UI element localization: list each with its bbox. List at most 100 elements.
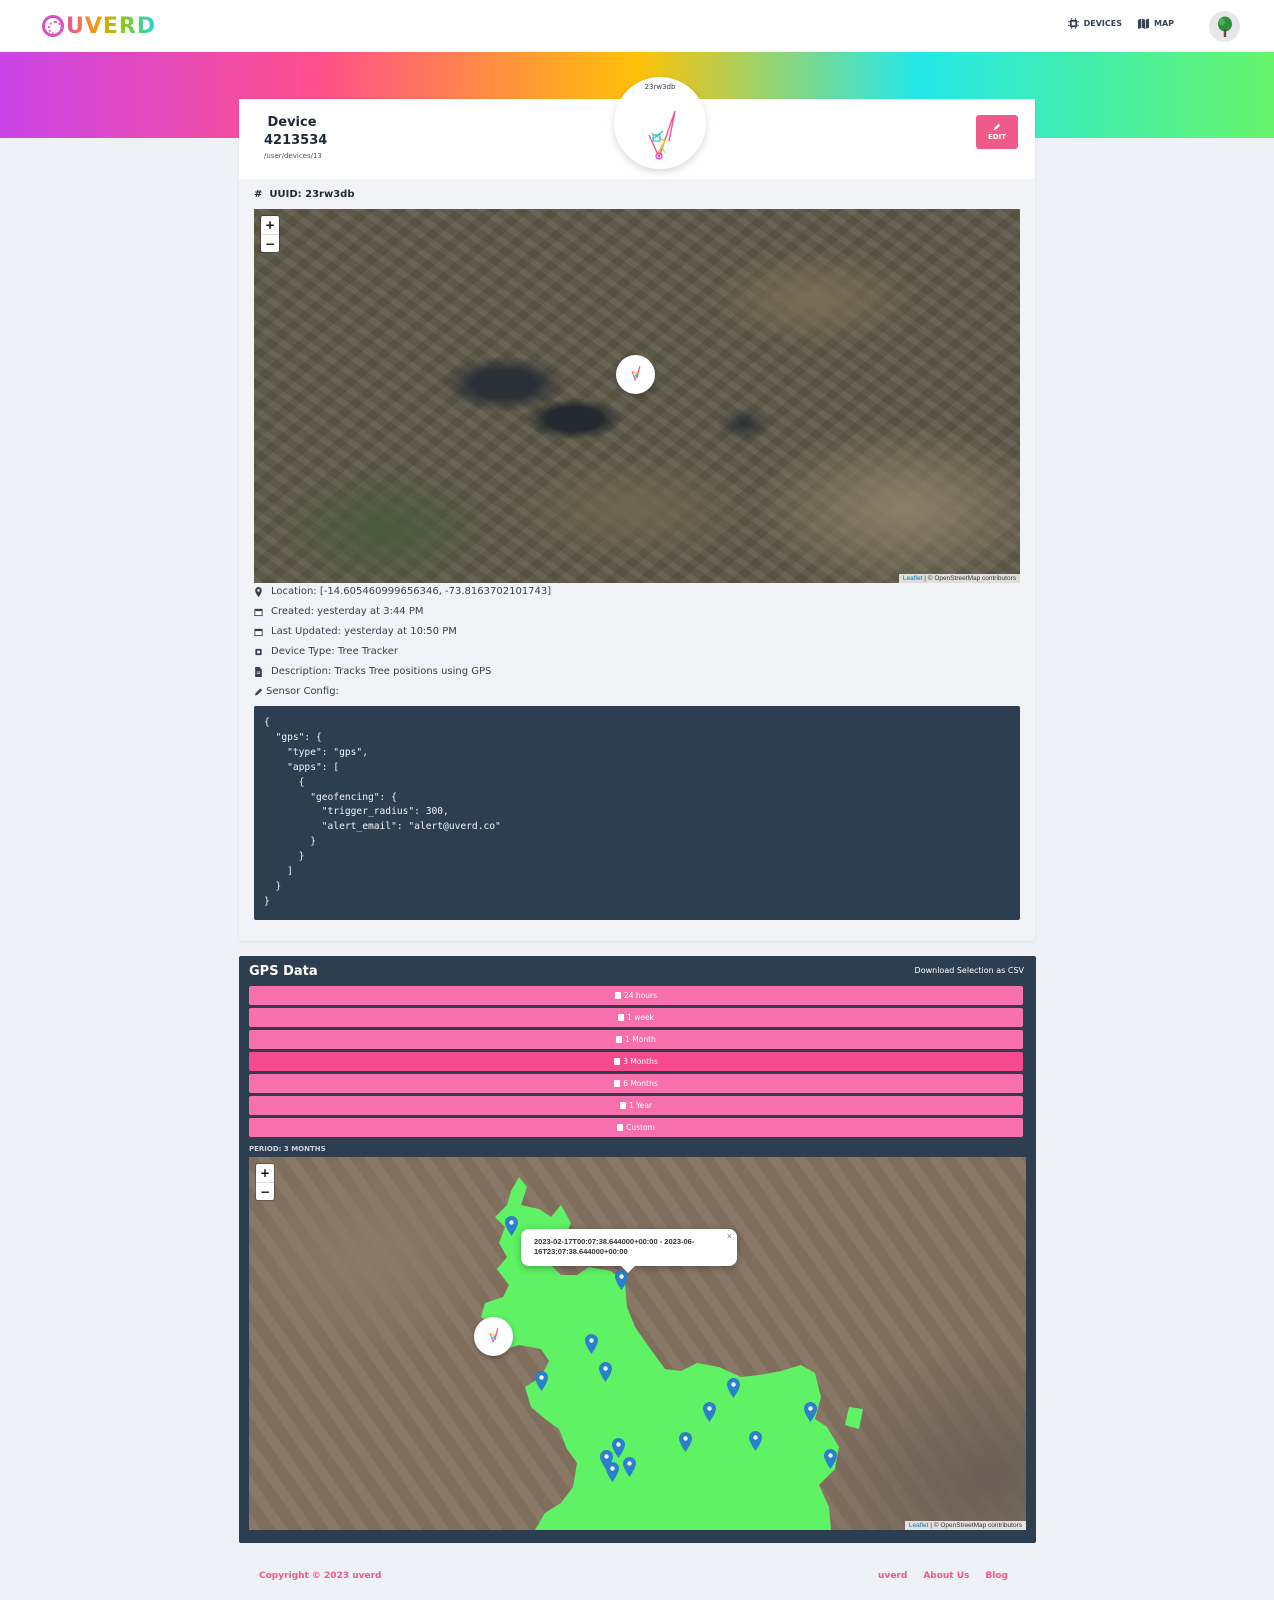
footer-link-blog[interactable]: Blog xyxy=(985,1571,1008,1581)
device-map-marker[interactable] xyxy=(616,355,655,394)
popup-text-line2: 16T23:07:38.644000+00:00 xyxy=(534,1247,628,1256)
range-label: 1 week xyxy=(627,1013,654,1022)
zoom-in-button[interactable]: + xyxy=(256,1164,274,1182)
gps-point-marker[interactable] xyxy=(679,1432,692,1452)
gps-point-marker[interactable] xyxy=(535,1371,548,1391)
tree-icon xyxy=(1217,16,1232,37)
info-created: Created: yesterday at 3:44 PM xyxy=(254,606,424,617)
footer-link-about-us[interactable]: About Us xyxy=(923,1571,969,1581)
gps-point-marker[interactable] xyxy=(615,1270,628,1290)
gps-track-map[interactable]: + − × 2023-02-17T00:07:38.644000+00:00 -… xyxy=(249,1157,1026,1530)
map-zoom-control: + − xyxy=(256,1164,274,1200)
gps-point-marker[interactable] xyxy=(804,1402,817,1422)
user-avatar[interactable] xyxy=(1209,11,1240,42)
leaflet-link[interactable]: Leaflet xyxy=(909,1522,929,1529)
popup-text-line1: 2023-02-17T00:07:38.644000+00:00 - 2023-… xyxy=(534,1237,695,1246)
zoom-out-button[interactable]: − xyxy=(256,1182,274,1200)
info-updated: Last Updated: yesterday at 10:50 PM xyxy=(254,626,457,637)
device-id: 4213534 xyxy=(264,133,328,148)
gps-point-marker[interactable] xyxy=(727,1378,740,1398)
map-pin-icon xyxy=(255,586,262,597)
info-updated-text: Last Updated: yesterday at 10:50 PM xyxy=(271,626,457,637)
gps-point-marker[interactable] xyxy=(606,1462,619,1482)
info-created-text: Created: yesterday at 3:44 PM xyxy=(271,606,424,617)
range-label: 3 Months xyxy=(623,1057,658,1066)
gps-title: GPS Data xyxy=(249,964,318,979)
zoom-out-button[interactable]: − xyxy=(261,234,279,252)
uverd-logo[interactable]: UVERD xyxy=(42,12,156,40)
nav-devices-label: DEVICES xyxy=(1083,19,1122,28)
device-bubble-label: 23rw3db xyxy=(644,83,676,91)
calendar-icon xyxy=(619,1102,626,1109)
info-device-type-text: Device Type: Tree Tracker xyxy=(271,646,398,657)
chip-icon xyxy=(1067,18,1079,29)
info-description: Description: Tracks Tree positions using… xyxy=(254,666,491,677)
top-navbar: UVERD DEVICES MAP xyxy=(0,0,1274,52)
pencil-icon xyxy=(993,123,1001,131)
download-csv-link[interactable]: Download Selection as CSV xyxy=(915,966,1024,975)
range-24-hours-button[interactable]: 24 hours xyxy=(249,986,1023,1005)
range-label: 6 Months xyxy=(623,1079,658,1088)
device-uuid: # UUID: 23rw3db xyxy=(254,189,355,200)
info-sensor-config: Sensor Config: xyxy=(254,686,339,697)
range-6-months-button[interactable]: 6 Months xyxy=(249,1074,1023,1093)
main-nav: DEVICES MAP xyxy=(1067,18,1174,29)
device-uuid-text: UUID: 23rw3db xyxy=(269,189,355,200)
device-map-marker[interactable] xyxy=(474,1317,513,1356)
device-location-map[interactable]: + − Leaflet | © OpenStreetMap contributo… xyxy=(254,209,1020,583)
nav-map-label: MAP xyxy=(1153,19,1174,28)
calendar-icon xyxy=(614,1058,621,1065)
gps-data-panel: GPS Data Download Selection as CSV 24 ho… xyxy=(239,956,1036,1543)
map-zoom-control: + − xyxy=(261,216,279,252)
range-label: 1 Year xyxy=(628,1101,653,1110)
gps-point-marker[interactable] xyxy=(703,1402,716,1422)
calendar-icon xyxy=(618,1014,625,1021)
gps-point-marker[interactable] xyxy=(623,1457,636,1477)
gps-point-marker[interactable] xyxy=(749,1431,762,1451)
info-device-type: Device Type: Tree Tracker xyxy=(254,646,398,657)
nav-devices[interactable]: DEVICES xyxy=(1067,18,1122,29)
logo-text: UVERD xyxy=(66,13,157,39)
range-3-months-button[interactable]: 3 Months xyxy=(249,1052,1023,1071)
range-1-month-button[interactable]: 1 Month xyxy=(249,1030,1023,1049)
range-1-week-button[interactable]: 1 week xyxy=(249,1008,1023,1027)
file-icon xyxy=(255,666,262,677)
calendar-icon xyxy=(254,628,263,636)
chip-icon xyxy=(255,648,262,655)
calendar-icon xyxy=(616,1036,623,1043)
hash-icon: # xyxy=(254,189,263,200)
zoom-in-button[interactable]: + xyxy=(261,216,279,234)
leaflet-link[interactable]: Leaflet xyxy=(903,575,923,582)
edit-button-label: EDIT xyxy=(988,133,1006,141)
gps-point-popup: × 2023-02-17T00:07:38.644000+00:00 - 202… xyxy=(521,1229,737,1273)
footer-link-uverd[interactable]: uverd xyxy=(878,1571,907,1581)
period-label: PERIOD: 3 MONTHS xyxy=(249,1145,326,1153)
range-custom-button[interactable]: Custom xyxy=(249,1118,1023,1137)
footer-copyright: Copyright © 2023 uverd xyxy=(259,1571,382,1581)
nav-map[interactable]: MAP xyxy=(1137,18,1174,29)
info-sensor-config-text: Sensor Config: xyxy=(266,686,339,697)
range-1-year-button[interactable]: 1 Year xyxy=(249,1096,1023,1115)
logo-icon xyxy=(42,15,64,37)
popup-close-button[interactable]: × xyxy=(727,1231,732,1241)
gps-point-marker[interactable] xyxy=(585,1334,598,1354)
gps-trail-area xyxy=(481,1177,863,1530)
pen-icon xyxy=(254,687,263,696)
sensor-config-json: { "gps": { "type": "gps", "apps": [ { "g… xyxy=(264,717,501,907)
attribution-text: | © OpenStreetMap contributors xyxy=(922,575,1016,582)
calendar-icon xyxy=(254,608,263,616)
info-location: Location: [-14.605460999656346, -73.8163… xyxy=(254,586,551,597)
gps-point-marker[interactable] xyxy=(599,1362,612,1382)
calendar-icon xyxy=(614,1080,621,1087)
device-card: Device 4213534 /user/devices/13 EDIT # U… xyxy=(239,99,1035,941)
device-avatar-bubble: 23rw3db xyxy=(614,77,706,169)
gps-point-marker[interactable] xyxy=(505,1216,518,1236)
map-attribution: Leaflet | © OpenStreetMap contributors xyxy=(904,1521,1026,1530)
range-label: Custom xyxy=(626,1123,655,1132)
attribution-text: | © OpenStreetMap contributors xyxy=(928,1522,1022,1529)
calendar-icon xyxy=(617,1124,624,1131)
gps-point-marker[interactable] xyxy=(612,1438,625,1458)
gps-point-marker[interactable] xyxy=(824,1449,837,1469)
footer-links: uverd About Us Blog xyxy=(878,1571,1008,1581)
edit-button[interactable]: EDIT xyxy=(976,115,1018,149)
